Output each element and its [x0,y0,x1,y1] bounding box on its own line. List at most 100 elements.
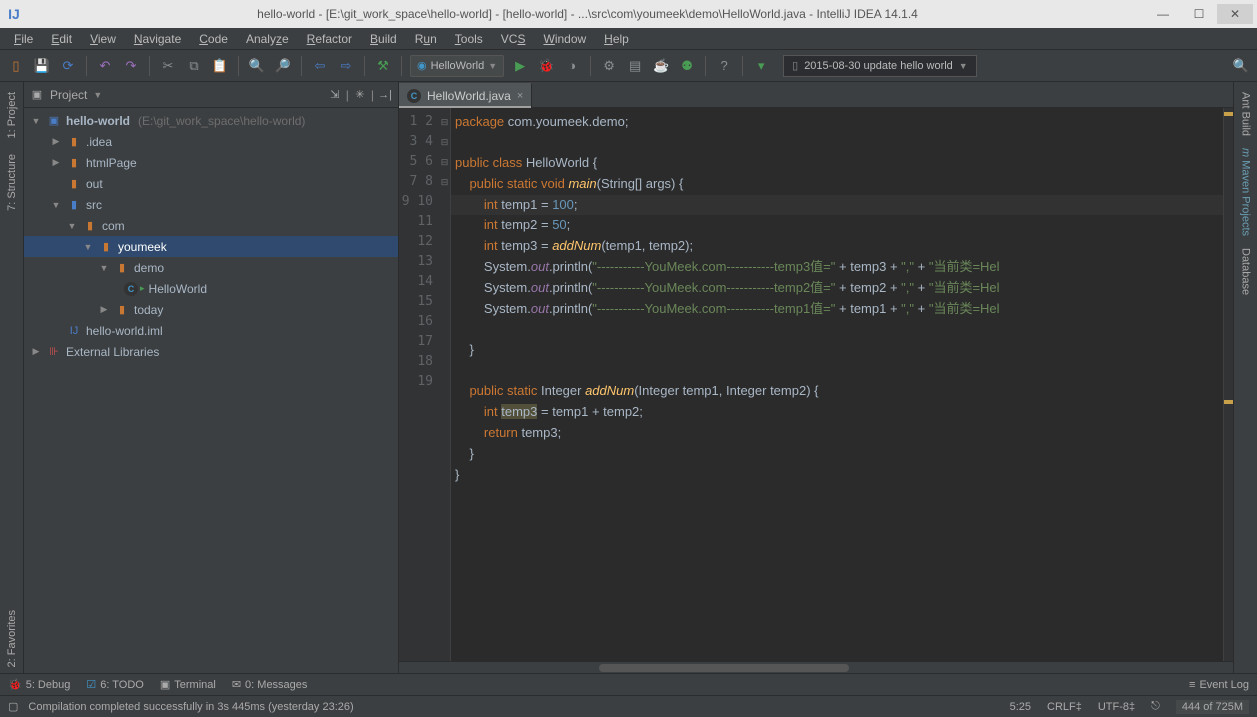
menu-window[interactable]: Window [535,30,594,48]
undo-icon[interactable]: ↶ [95,56,115,76]
find-icon[interactable]: 🔍 [247,56,267,76]
main-toolbar: ▯ 💾 ⟳ ↶ ↷ ✂ ⧉ 📋 🔍 🔎 ⇦ ⇨ ⚒ ◉ HelloWorld ▼… [0,50,1257,82]
sdk-icon[interactable]: ☕ [651,56,671,76]
error-stripe[interactable] [1223,108,1233,661]
tab-messages[interactable]: ✉0: Messages [232,678,308,691]
debug-icon: 🐞 [8,678,22,691]
paste-icon[interactable]: 📋 [210,56,230,76]
chevron-down-icon[interactable]: ▼ [93,90,102,100]
window-title: hello-world - [E:\git_work_space\hello-w… [30,7,1145,21]
help-icon[interactable]: ? [714,56,734,76]
vcs-update-icon[interactable]: ▾ [751,56,771,76]
eventlog-icon: ≡ [1189,679,1195,691]
tree-node-idea[interactable]: ▶▮.idea [24,131,398,152]
gear-icon[interactable]: ✳ [353,88,367,102]
menu-vcs[interactable]: VCS [493,30,534,48]
save-icon[interactable]: 💾 [32,56,52,76]
status-lock-icon[interactable]: ⎋ [1151,700,1160,713]
menu-build[interactable]: Build [362,30,405,48]
maximize-button[interactable]: ☐ [1181,4,1217,24]
intellij-logo-icon: IJ [4,4,24,24]
class-icon: C [124,282,138,296]
search-everywhere-icon[interactable]: 🔍 [1231,56,1251,76]
menu-run[interactable]: Run [407,30,445,48]
line-gutter: 1 2 3 4 5 6 7 8 9 10 11 12 13 14 15 16 1… [399,108,439,661]
tab-maven[interactable]: m Maven Projects [1238,142,1254,242]
tree-node-out[interactable]: ▮out [24,173,398,194]
flatten-icon[interactable]: ⇲ [328,88,342,102]
tab-favorites[interactable]: 2: Favorites [4,604,20,673]
tree-root[interactable]: ▼▣ hello-world(E:\git_work_space\hello-w… [24,110,398,131]
menu-help[interactable]: Help [596,30,637,48]
close-tab-icon[interactable]: × [517,90,523,102]
tab-debug[interactable]: 🐞5: Debug [8,678,70,691]
close-button[interactable]: ✕ [1217,4,1253,24]
menu-refactor[interactable]: Refactor [299,30,360,48]
back-icon[interactable]: ⇦ [310,56,330,76]
redo-icon[interactable]: ↷ [121,56,141,76]
copy-icon[interactable]: ⧉ [184,56,204,76]
status-encoding[interactable]: UTF-8‡ [1098,701,1135,713]
open-icon[interactable]: ▯ [6,56,26,76]
tree-node-demo[interactable]: ▼▮demo [24,257,398,278]
tree-node-helloworld-class[interactable]: C▸HelloWorld [24,278,398,299]
class-icon: C [407,89,421,103]
tree-node-youmeek[interactable]: ▼▮youmeek [24,236,398,257]
settings-icon[interactable]: ⚙ [599,56,619,76]
menu-tools[interactable]: Tools [447,30,491,48]
cut-icon[interactable]: ✂ [158,56,178,76]
debug-icon[interactable]: 🐞 [536,56,556,76]
menu-file[interactable]: File [6,30,41,48]
editor-tabs: C HelloWorld.java × [399,82,1233,108]
chevron-down-icon: ▼ [488,61,497,71]
vcs-message-text: 2015-08-30 update hello world [804,60,953,72]
tab-structure[interactable]: 7: Structure [4,148,20,217]
menu-code[interactable]: Code [191,30,236,48]
fold-gutter[interactable]: ⊟ ⊟ ⊟ ⊟ [439,108,451,661]
tab-event-log[interactable]: ≡Event Log [1189,679,1249,691]
code-editor[interactable]: 1 2 3 4 5 6 7 8 9 10 11 12 13 14 15 16 1… [399,108,1233,661]
tree-node-com[interactable]: ▼▮com [24,215,398,236]
build-icon[interactable]: ⚒ [373,56,393,76]
code-content[interactable]: package com.youmeek.demo; public class H… [451,108,1223,661]
forward-icon[interactable]: ⇨ [336,56,356,76]
tree-node-external-libraries[interactable]: ▶⊪External Libraries [24,341,398,362]
status-memory[interactable]: 444 of 725M [1176,700,1249,714]
tab-terminal[interactable]: ▣Terminal [160,678,216,691]
tree-node-iml[interactable]: IJhello-world.iml [24,320,398,341]
android-icon[interactable]: ⚉ [677,56,697,76]
project-tree[interactable]: ▼▣ hello-world(E:\git_work_space\hello-w… [24,108,398,673]
tree-node-htmlpage[interactable]: ▶▮htmlPage [24,152,398,173]
tab-todo[interactable]: ☑6: TODO [86,678,143,691]
vcs-commit-message[interactable]: ▯ 2015-08-30 update hello world ▼ [783,55,977,77]
tree-node-today[interactable]: ▶▮today [24,299,398,320]
replace-icon[interactable]: 🔎 [273,56,293,76]
status-position[interactable]: 5:25 [1010,701,1031,713]
tab-ant-build[interactable]: Ant Build [1238,86,1254,142]
editor-tab-helloworld[interactable]: C HelloWorld.java × [399,83,532,107]
coverage-icon[interactable]: ◑ [562,56,582,76]
menu-view[interactable]: View [82,30,124,48]
todo-icon: ☑ [86,678,96,691]
collapse-icon[interactable]: →| [378,88,392,102]
menu-navigate[interactable]: Navigate [126,30,189,48]
refresh-icon[interactable]: ⟳ [58,56,78,76]
chevron-down-icon: ▼ [959,61,968,71]
project-structure-icon[interactable]: ▤ [625,56,645,76]
tab-database[interactable]: Database [1238,242,1254,301]
tab-project[interactable]: 1: Project [4,86,20,144]
menu-analyze[interactable]: Analyze [238,30,297,48]
run-icon[interactable]: ▶ [510,56,530,76]
project-panel-title: Project [50,88,87,102]
tree-node-src[interactable]: ▼▮src [24,194,398,215]
status-toggle-icon[interactable]: ▢ [8,700,18,713]
terminal-icon: ▣ [160,678,170,691]
editor-area: C HelloWorld.java × 1 2 3 4 5 6 7 8 9 10… [399,82,1233,673]
menu-edit[interactable]: Edit [43,30,80,48]
minimize-button[interactable]: — [1145,4,1181,24]
scrollbar-thumb[interactable] [599,664,849,672]
horizontal-scrollbar[interactable] [399,661,1233,673]
status-line-ending[interactable]: CRLF‡ [1047,701,1082,713]
right-tool-stripe: Ant Build m Maven Projects Database [1233,82,1257,673]
run-configuration-selector[interactable]: ◉ HelloWorld ▼ [410,55,504,77]
